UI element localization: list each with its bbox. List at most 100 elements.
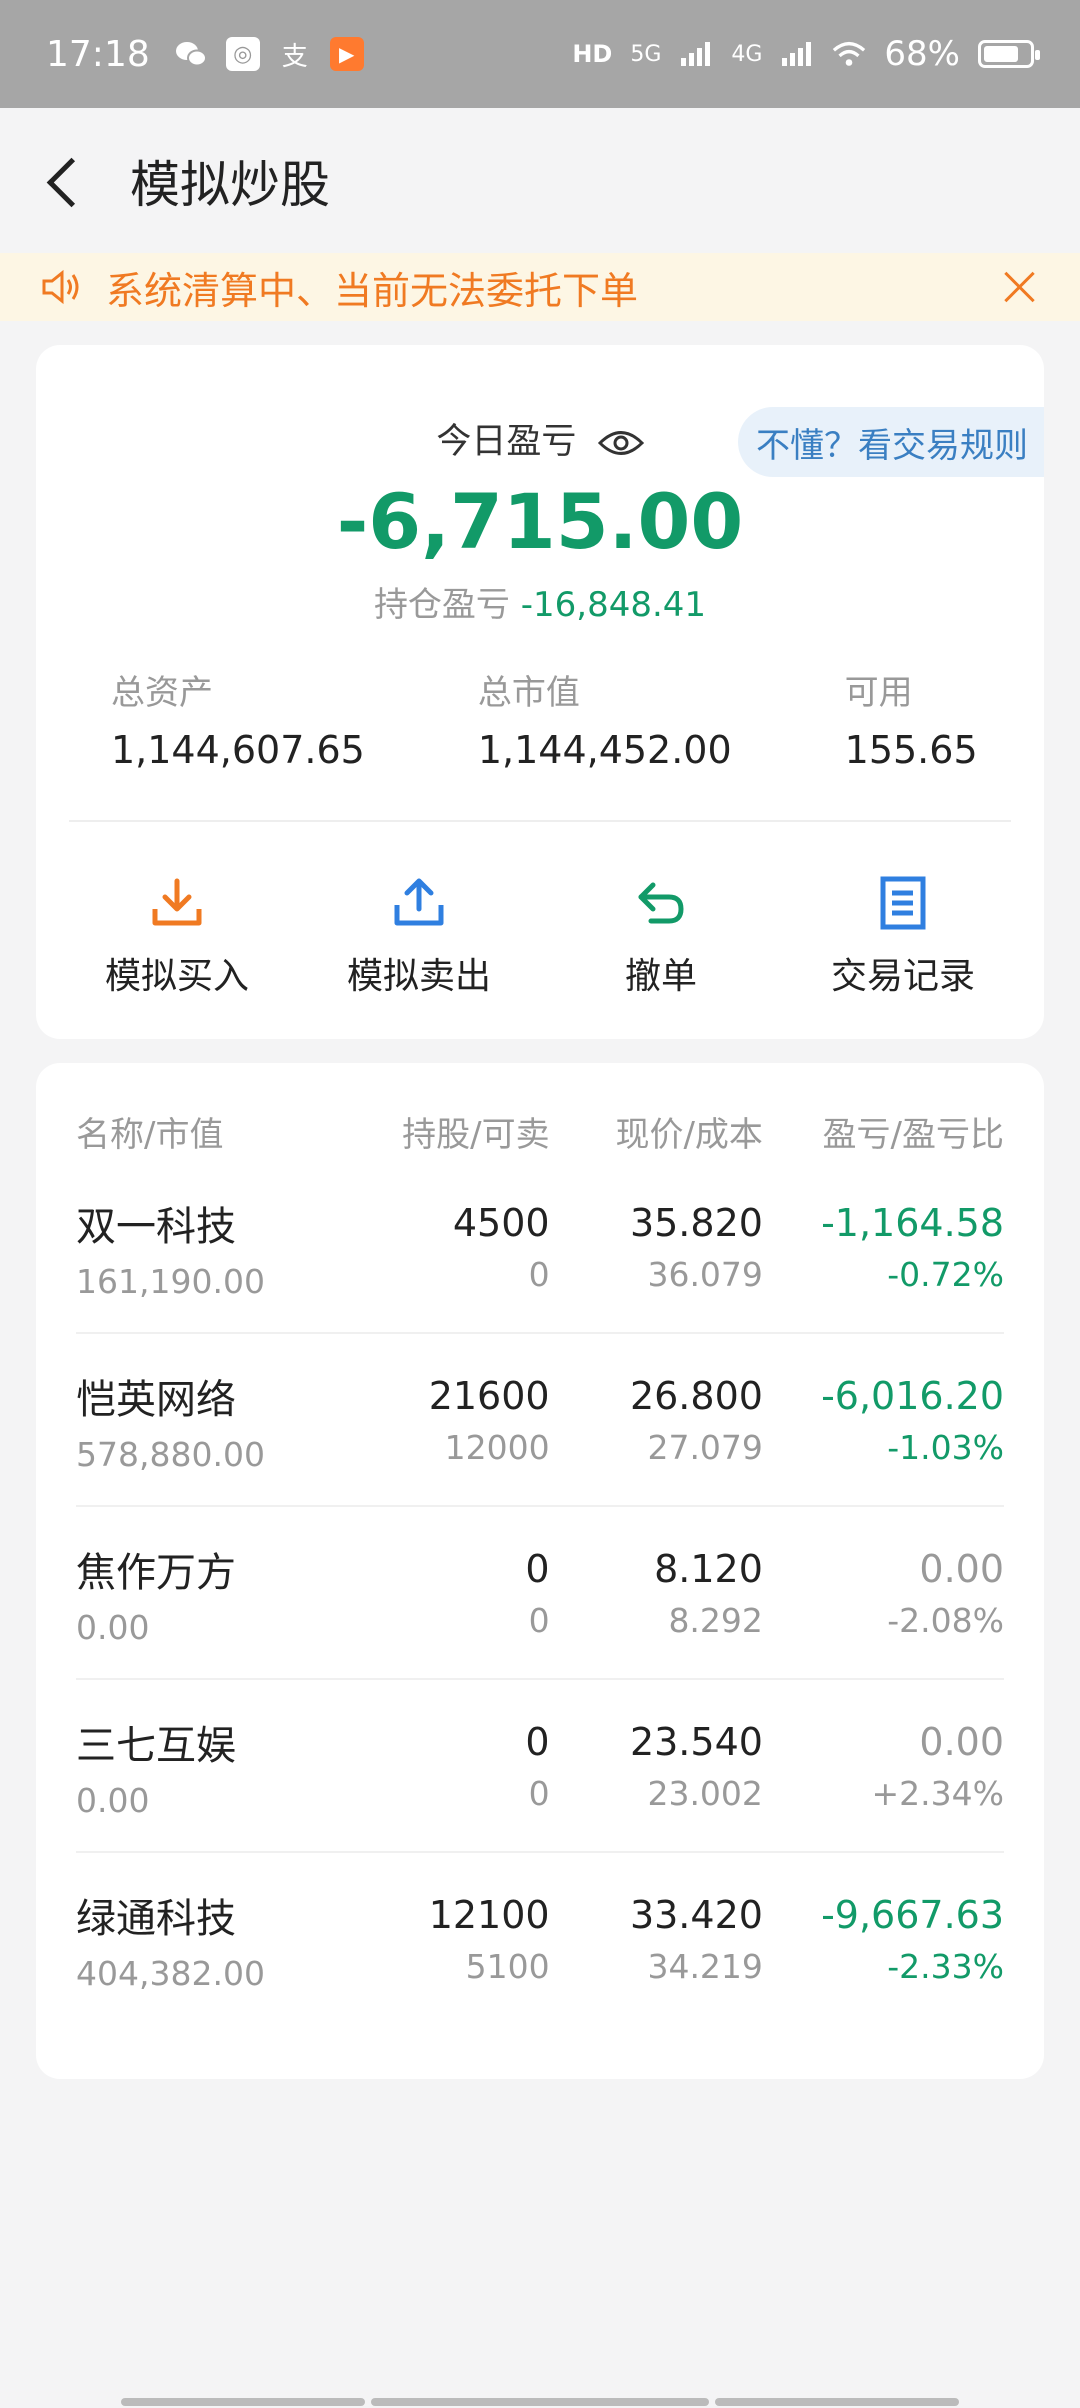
stock-price: 26.800 xyxy=(629,1374,763,1418)
cancel-order-button[interactable]: 撤单 xyxy=(561,875,761,999)
stock-price: 8.120 xyxy=(654,1547,763,1591)
app-icon: ◎ xyxy=(225,37,260,71)
holdings-card: 名称/市值 持股/可卖 现价/成本 盈亏/盈亏比 双一科技 161,190.00 … xyxy=(36,1063,1044,2079)
gesture-bar xyxy=(0,2398,1080,2408)
header-price: 现价/成本 xyxy=(615,1114,763,1155)
total-assets-value: 1,144,607.65 xyxy=(111,728,365,772)
stock-pnl-ratio: -1.03% xyxy=(887,1428,1005,1467)
divider xyxy=(69,820,1011,822)
total-assets: 总资产 1,144,607.65 xyxy=(111,665,478,772)
close-icon[interactable] xyxy=(1000,267,1040,307)
stock-market-value: 578,880.00 xyxy=(76,1435,265,1474)
buy-button[interactable]: 模拟买入 xyxy=(77,875,277,999)
holding-row[interactable]: 双一科技 161,190.00 4500 0 35.820 36.079 -1,164… xyxy=(36,1161,1044,1334)
buy-icon xyxy=(152,878,202,926)
page-title: 模拟炒股 xyxy=(130,155,330,214)
buy-label: 模拟买入 xyxy=(104,956,249,997)
trade-record-button[interactable]: 交易记录 xyxy=(803,875,1003,999)
5g-label: 5G xyxy=(630,41,662,67)
stock-price: 35.820 xyxy=(629,1201,763,1245)
holding-row[interactable]: 绿通科技 404,382.00 12100 5100 33.420 34.219 -9… xyxy=(36,1853,1044,2026)
stock-shares: 21600 xyxy=(428,1374,550,1418)
hd-label: HD xyxy=(572,40,613,68)
stock-sellable: 0 xyxy=(528,1601,550,1640)
available-funds: 可用 155.65 xyxy=(845,665,1044,772)
stock-name: 绿通科技 xyxy=(76,1896,236,1942)
stock-pnl-ratio: -2.08% xyxy=(887,1601,1005,1640)
stock-shares: 0 xyxy=(525,1720,550,1764)
stock-price: 23.540 xyxy=(629,1720,763,1764)
total-assets-label: 总资产 xyxy=(111,673,213,713)
stock-pnl-ratio: -2.33% xyxy=(887,1947,1005,1986)
stock-sellable: 0 xyxy=(528,1255,550,1294)
status-bar: 17:18 ◎ 支 ▶ HD 5G 4G 68% xyxy=(0,0,1080,108)
stock-name: 三七互娱 xyxy=(76,1723,236,1769)
signal-5g-icon xyxy=(679,37,713,71)
holding-pnl-label: 持仓盈亏 xyxy=(373,585,510,625)
stock-sellable: 12000 xyxy=(444,1428,550,1467)
gesture-segment xyxy=(371,2398,709,2406)
sell-icon xyxy=(394,878,444,926)
stock-name: 恺英网络 xyxy=(76,1377,236,1423)
stock-pnl: 0.00 xyxy=(919,1547,1005,1591)
market-value: 总市值 1,144,452.00 xyxy=(478,665,845,772)
stock-sellable: 5100 xyxy=(465,1947,550,1986)
stock-cost: 36.079 xyxy=(647,1255,763,1294)
stock-market-value: 161,190.00 xyxy=(76,1262,265,1301)
stock-cost: 34.219 xyxy=(647,1947,763,1986)
stock-shares: 4500 xyxy=(452,1201,550,1245)
stock-pnl-ratio: -0.72% xyxy=(887,1255,1005,1294)
holding-pnl: 持仓盈亏 -16,848.41 xyxy=(36,577,1044,626)
notice-banner: 系统清算中、当前无法委托下单 xyxy=(0,253,1080,321)
stock-market-value: 404,382.00 xyxy=(76,1954,265,1993)
stock-market-value: 0.00 xyxy=(76,1608,150,1647)
stock-pnl: -1,164.58 xyxy=(821,1201,1005,1245)
summary-card: 不懂？看交易规则 今日盈亏 -6,715.00 持仓盈亏 -16,848.41 … xyxy=(36,345,1044,1039)
market-value-label: 总市值 xyxy=(477,673,580,713)
stock-pnl-ratio: +2.34% xyxy=(871,1774,1005,1813)
stock-cost: 23.002 xyxy=(647,1774,763,1813)
wifi-icon xyxy=(832,37,866,71)
today-pnl-value: -6,715.00 xyxy=(336,477,744,566)
battery-icon xyxy=(978,40,1040,68)
stock-name: 双一科技 xyxy=(76,1204,236,1250)
available-label: 可用 xyxy=(844,673,913,713)
stock-pnl: -9,667.63 xyxy=(821,1893,1005,1937)
stock-pnl: 0.00 xyxy=(919,1720,1005,1764)
gesture-segment xyxy=(715,2398,959,2406)
speaker-icon xyxy=(40,267,84,307)
available-value: 155.65 xyxy=(844,728,978,772)
holding-pnl-value: -16,848.41 xyxy=(520,585,707,625)
today-pnl-label-text: 今日盈亏 xyxy=(436,422,577,462)
trade-record-label: 交易记录 xyxy=(830,956,975,997)
stock-name: 焦作万方 xyxy=(76,1550,236,1596)
video-app-icon: ▶ xyxy=(329,37,364,71)
back-arrow-icon[interactable] xyxy=(40,151,90,211)
today-pnl-label: 今日盈亏 xyxy=(36,413,1044,464)
action-row: 模拟买入 模拟卖出 撤单 交易记录 xyxy=(36,875,1044,999)
signal-4g-icon xyxy=(780,37,814,71)
notice-text: 系统清算中、当前无法委托下单 xyxy=(106,268,639,313)
alipay-icon: 支 xyxy=(281,41,308,72)
stock-pnl: -6,016.20 xyxy=(821,1374,1005,1418)
sell-button[interactable]: 模拟卖出 xyxy=(319,875,519,999)
header-name: 名称/市值 xyxy=(76,1114,224,1155)
battery-percent: 68% xyxy=(884,34,960,74)
holdings-header: 名称/市值 持股/可卖 现价/成本 盈亏/盈亏比 xyxy=(36,1101,1044,1161)
stock-shares: 12100 xyxy=(428,1893,550,1937)
holding-row[interactable]: 三七互娱 0.00 0 0 23.540 23.002 0.00 +2.34% xyxy=(36,1680,1044,1853)
header-pnl: 盈亏/盈亏比 xyxy=(822,1114,1005,1155)
holding-row[interactable]: 焦作万方 0.00 0 0 8.120 8.292 0.00 -2.08% xyxy=(36,1507,1044,1680)
status-time: 17:18 xyxy=(46,33,150,75)
nav-bar: 模拟炒股 xyxy=(0,108,1080,253)
sell-label: 模拟卖出 xyxy=(346,956,491,997)
undo-icon xyxy=(638,882,684,924)
eye-icon[interactable] xyxy=(597,428,644,458)
4g-label: 4G xyxy=(731,41,763,67)
wechat-icon xyxy=(174,37,208,71)
stock-cost: 27.079 xyxy=(647,1428,763,1467)
holding-row[interactable]: 恺英网络 578,880.00 21600 12000 26.800 27.079 -… xyxy=(36,1334,1044,1507)
cancel-order-label: 撤单 xyxy=(624,956,697,997)
stock-sellable: 0 xyxy=(528,1774,550,1813)
stock-market-value: 0.00 xyxy=(76,1781,150,1820)
